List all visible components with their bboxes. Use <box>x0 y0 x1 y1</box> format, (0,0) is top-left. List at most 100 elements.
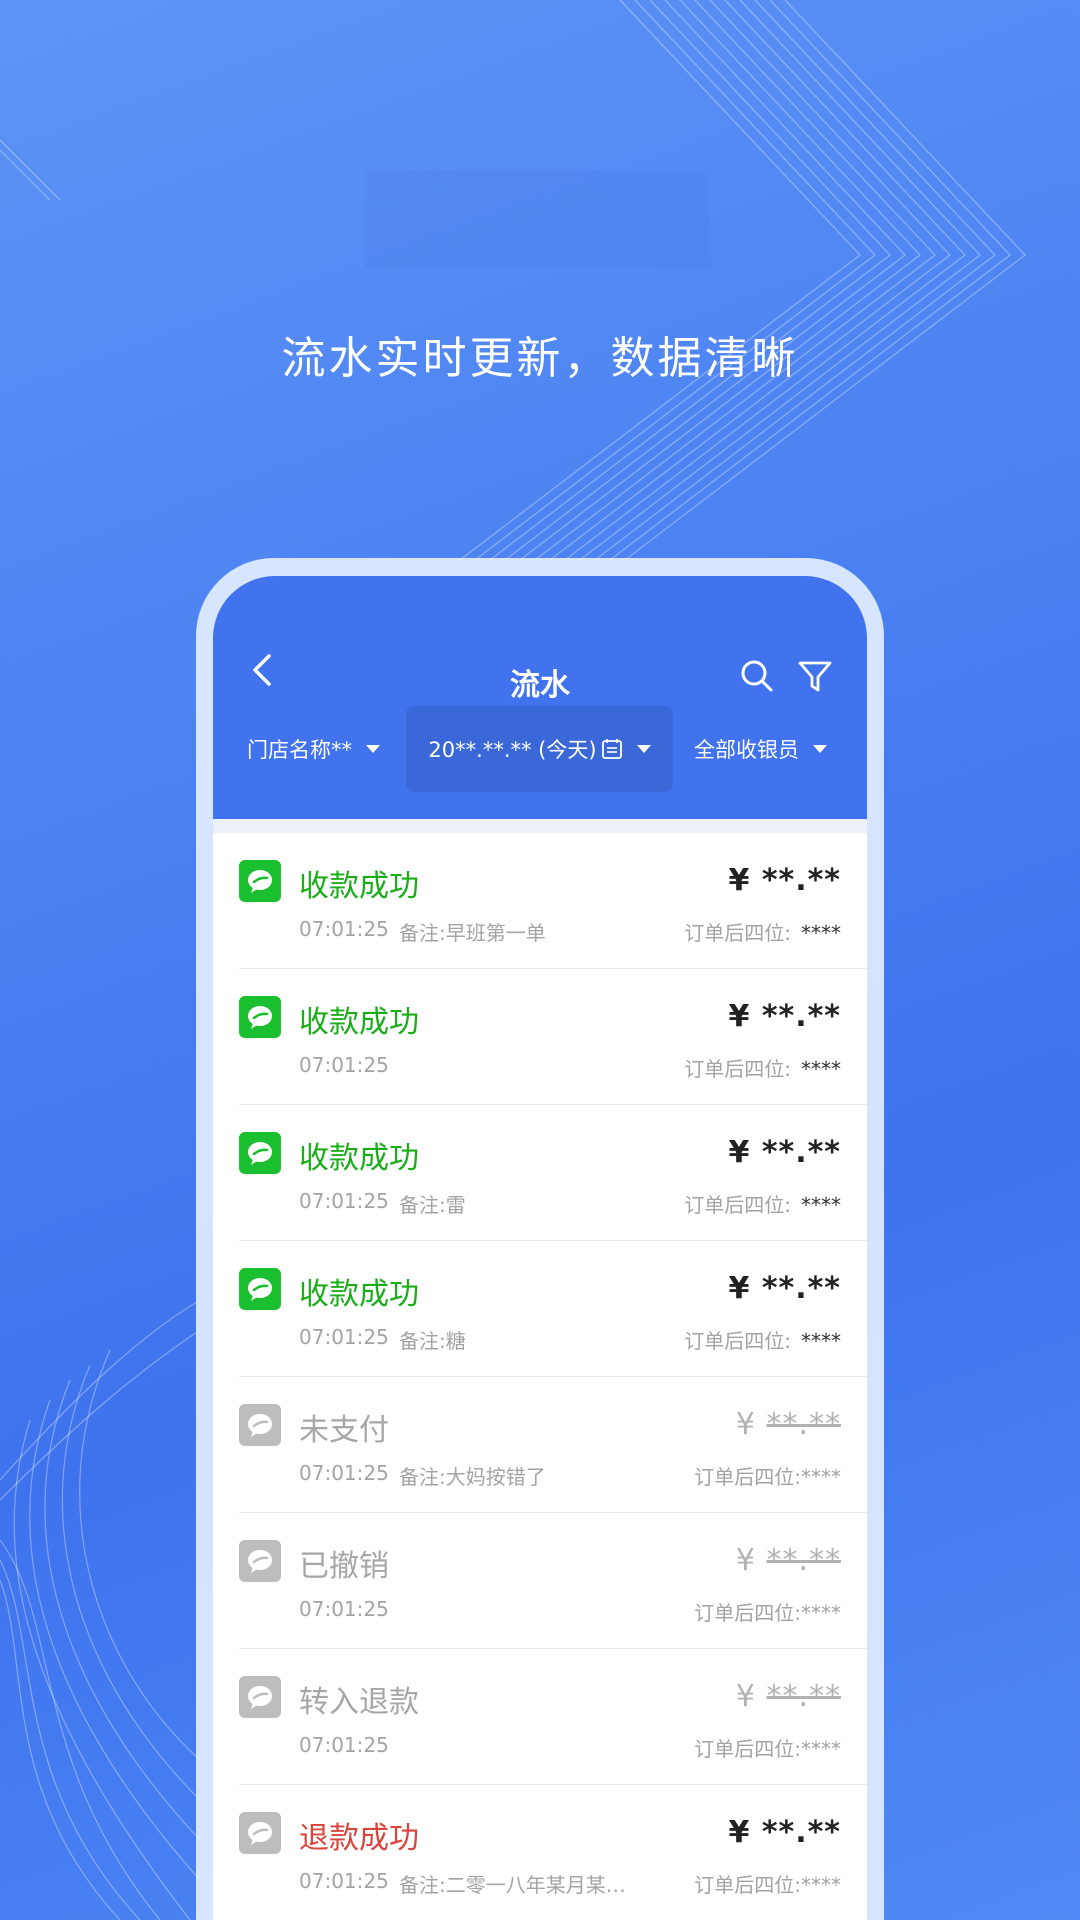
transaction-time: 07:01:25 <box>299 1461 389 1485</box>
store-filter[interactable]: 门店名称** <box>247 706 380 792</box>
amount-value: **.** <box>761 1815 841 1850</box>
order-suffix-value: **** <box>801 1193 841 1217</box>
order-suffix-value: **** <box>801 921 841 945</box>
wechat-pay-icon <box>239 1268 281 1310</box>
transaction-amount: ¥ **.** <box>729 863 841 898</box>
date-filter-label: 20**.**.** (今天) <box>428 738 597 762</box>
transaction-status: 未支付 <box>299 1413 389 1448</box>
order-suffix-label: 订单后四位: <box>694 1465 801 1489</box>
transaction-time: 07:01:25 <box>299 917 389 941</box>
transaction-time: 07:01:25 <box>299 1733 389 1757</box>
currency-symbol: ¥ <box>735 1543 756 1578</box>
order-suffix-label: 订单后四位: <box>694 1601 801 1625</box>
phone-frame: 流水 门店名称** 20**.**.** (今天) 全部收银员 收款成功 ¥ *… <box>196 558 884 1920</box>
caret-down-icon <box>813 745 827 753</box>
transaction-time: 07:01:25 <box>299 1189 389 1213</box>
transaction-amount: ¥ **.** <box>729 999 841 1034</box>
transaction-status: 收款成功 <box>299 1005 419 1040</box>
transaction-time: 07:01:25 <box>299 1869 389 1893</box>
transaction-row[interactable]: 转入退款 ¥ **.** 07:01:25 订单后四位:**** <box>239 1649 867 1785</box>
app-bar: 流水 门店名称** 20**.**.** (今天) 全部收银员 <box>213 576 867 819</box>
order-suffix: 订单后四位: **** <box>684 1325 841 1354</box>
wechat-pay-icon <box>239 1676 281 1718</box>
transaction-time: 07:01:25 <box>299 1325 389 1349</box>
order-suffix: 订单后四位:**** <box>694 1733 841 1762</box>
transaction-row[interactable]: 已撤销 ¥ **.** 07:01:25 订单后四位:**** <box>239 1513 867 1649</box>
wechat-pay-icon <box>239 860 281 902</box>
transaction-amount: ¥ **.** <box>729 1135 841 1170</box>
filter-bar: 门店名称** 20**.**.** (今天) 全部收银员 <box>213 706 867 792</box>
amount-value: **.** <box>761 1271 841 1306</box>
order-suffix-value: **** <box>801 1737 841 1761</box>
transaction-note: 备注:雷 <box>399 1193 466 1217</box>
transaction-row[interactable]: 收款成功 ¥ **.** 07:01:25 备注:糖 订单后四位: **** <box>239 1241 867 1377</box>
cashier-filter[interactable]: 全部收银员 <box>694 706 827 792</box>
store-filter-label: 门店名称** <box>247 738 352 762</box>
order-suffix-value: **** <box>801 1465 841 1489</box>
order-suffix-value: **** <box>801 1873 841 1897</box>
order-suffix-label: 订单后四位: <box>684 1057 791 1081</box>
transaction-row[interactable]: 未支付 ¥ **.** 07:01:25 备注:大妈按错了 订单后四位:**** <box>239 1377 867 1513</box>
order-suffix: 订单后四位:**** <box>694 1461 841 1490</box>
currency-symbol: ¥ <box>728 1135 751 1170</box>
order-suffix: 订单后四位:**** <box>694 1597 841 1626</box>
currency-symbol: ¥ <box>728 999 751 1034</box>
transaction-row[interactable]: 退款成功 ¥ **.** 07:01:25 备注:二零一八年某月某… 订单后四位:***… <box>239 1785 867 1920</box>
order-suffix-label: 订单后四位: <box>684 921 791 945</box>
wechat-pay-icon <box>239 1540 281 1582</box>
order-suffix-label: 订单后四位: <box>684 1193 791 1217</box>
date-filter[interactable]: 20**.**.** (今天) <box>406 706 673 792</box>
phone-screen: 流水 门店名称** 20**.**.** (今天) 全部收银员 收款成功 ¥ *… <box>213 576 867 1920</box>
amount-value: **.** <box>766 1543 841 1578</box>
order-suffix-value: **** <box>801 1329 841 1353</box>
transaction-amount: ¥ **.** <box>729 1815 841 1850</box>
amount-value: **.** <box>766 1679 841 1714</box>
caret-down-icon <box>636 745 651 753</box>
transaction-amount: ¥ **.** <box>729 1271 841 1306</box>
transaction-status: 收款成功 <box>299 1277 419 1312</box>
currency-symbol: ¥ <box>735 1407 756 1442</box>
order-suffix-label: 订单后四位: <box>684 1329 791 1353</box>
transaction-row[interactable]: 收款成功 ¥ **.** 07:01:25 订单后四位: **** <box>239 969 867 1105</box>
transaction-row[interactable]: 收款成功 ¥ **.** 07:01:25 备注:雷 订单后四位: **** <box>239 1105 867 1241</box>
transaction-amount: ¥ **.** <box>736 1407 841 1442</box>
amount-value: **.** <box>761 1135 841 1170</box>
transaction-status: 已撤销 <box>299 1549 389 1584</box>
transaction-list: 收款成功 ¥ **.** 07:01:25 备注:早班第一单 订单后四位: **** 收款成… <box>213 833 867 1920</box>
divider <box>213 819 867 833</box>
transaction-note: 备注:糖 <box>399 1329 466 1353</box>
transaction-amount: ¥ **.** <box>736 1679 841 1714</box>
transaction-status: 退款成功 <box>299 1821 419 1856</box>
wechat-pay-icon <box>239 1404 281 1446</box>
order-suffix-label: 订单后四位: <box>694 1737 801 1761</box>
amount-value: **.** <box>761 863 841 898</box>
transaction-status: 收款成功 <box>299 869 419 904</box>
currency-symbol: ¥ <box>728 1815 751 1850</box>
transaction-time: 07:01:25 <box>299 1597 389 1621</box>
ghost-banner <box>365 170 710 268</box>
transaction-note: 备注:早班第一单 <box>399 921 546 945</box>
order-suffix: 订单后四位: **** <box>684 917 841 946</box>
amount-value: **.** <box>766 1407 841 1442</box>
currency-symbol: ¥ <box>735 1679 756 1714</box>
order-suffix-label: 订单后四位: <box>694 1873 801 1897</box>
search-icon[interactable] <box>739 658 775 694</box>
wechat-pay-icon <box>239 1812 281 1854</box>
transaction-note: 备注:二零一八年某月某… <box>399 1873 626 1897</box>
order-suffix: 订单后四位: **** <box>684 1189 841 1218</box>
caret-down-icon <box>366 745 380 753</box>
wechat-pay-icon <box>239 1132 281 1174</box>
transaction-status: 转入退款 <box>299 1685 419 1720</box>
currency-symbol: ¥ <box>728 863 751 898</box>
transaction-status: 收款成功 <box>299 1141 419 1176</box>
transaction-amount: ¥ **.** <box>736 1543 841 1578</box>
wechat-pay-icon <box>239 996 281 1038</box>
order-suffix: 订单后四位:**** <box>684 1053 841 1082</box>
cashier-filter-label: 全部收银员 <box>694 738 799 762</box>
headline: 流水实时更新，数据清晰 <box>281 333 799 384</box>
currency-symbol: ¥ <box>728 1271 751 1306</box>
funnel-icon[interactable] <box>797 658 833 694</box>
transaction-row[interactable]: 收款成功 ¥ **.** 07:01:25 备注:早班第一单 订单后四位: **** <box>239 833 867 969</box>
order-suffix-value: **** <box>801 1601 841 1625</box>
amount-value: **.** <box>761 999 841 1034</box>
